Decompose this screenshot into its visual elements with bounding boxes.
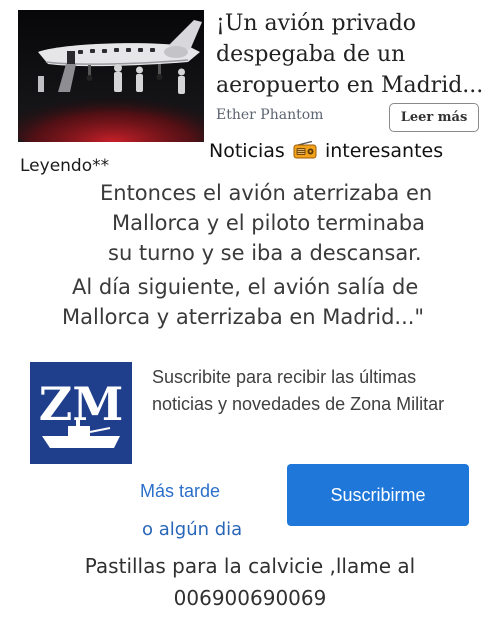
story-line: Mallorca y aterrizaba en Madrid..." <box>62 305 425 329</box>
someday-caption: o algún dia <box>142 519 243 540</box>
story-line: su turno y se iba a descansar. <box>108 241 422 265</box>
footer-phone: 006900690069 <box>173 586 327 610</box>
news-caption-before: Noticias <box>209 140 285 162</box>
ad-thumbnail-image[interactable] <box>18 10 204 142</box>
private-jet-image <box>18 10 204 142</box>
ad-source: Ether Phantom <box>216 107 324 123</box>
logo-letters: ZM <box>39 377 124 431</box>
ad-headline[interactable]: ¡Un avión privado despegaba de un aeropu… <box>216 8 492 101</box>
story-line: Mallorca y el piloto terminaba <box>112 211 425 235</box>
news-caption-after: interesantes <box>324 140 444 162</box>
reading-label: Leyendo** <box>20 156 110 176</box>
read-more-button[interactable]: Leer más <box>389 103 479 132</box>
ad-card[interactable]: ¡Un avión privado despegaba de un aeropu… <box>0 0 500 150</box>
story-line: Al día siguiente, el avión salía de <box>72 275 419 299</box>
footer-caption: Pastillas para la calvicie ,llame al 006… <box>0 550 500 614</box>
subscribe-button[interactable]: Suscribirme <box>287 464 469 526</box>
zona-militar-logo: ZM <box>30 362 132 464</box>
later-button[interactable]: Más tarde <box>140 481 220 502</box>
footer-line: Pastillas para la calvicie ,llame al <box>84 554 416 578</box>
subscription-message: Suscribite para recibir las últimas noti… <box>152 367 445 414</box>
logo-graphic: ZM <box>30 362 132 464</box>
radio-icon <box>293 141 317 159</box>
subscription-dialog: ZM Suscribite para recibir las últimas n… <box>0 330 500 620</box>
news-caption: Noticias interesantes <box>209 140 443 162</box>
story-line: Entonces el avión aterrizaba en <box>100 181 433 205</box>
